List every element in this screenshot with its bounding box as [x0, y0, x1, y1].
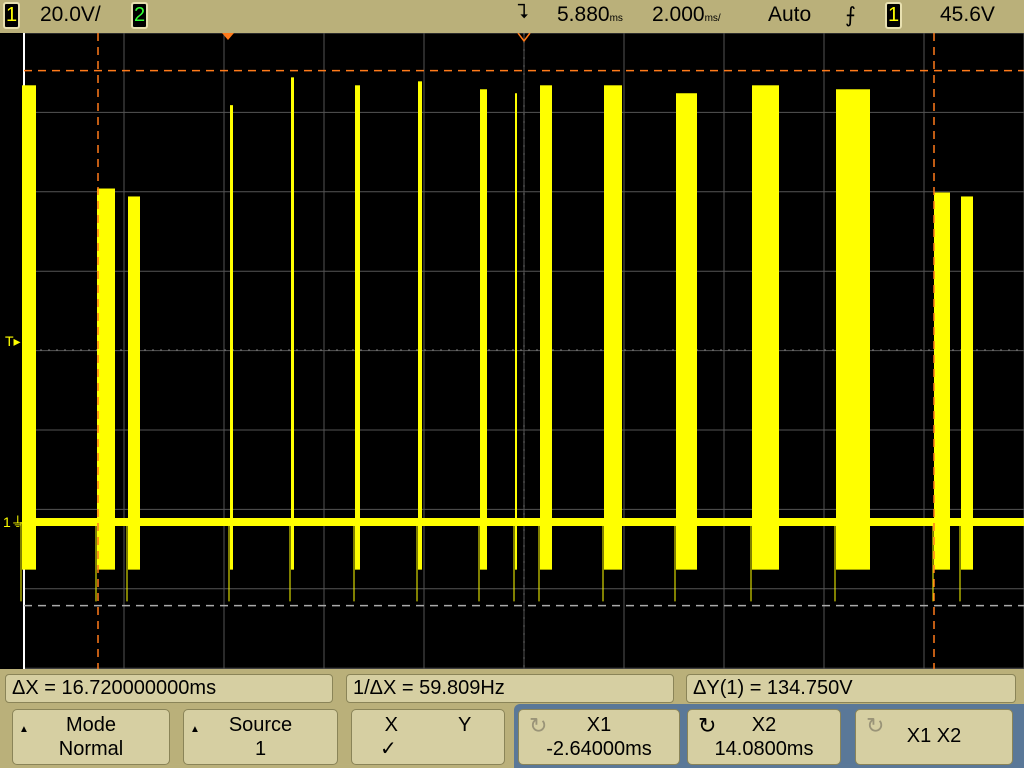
status-bar: 1 20.0V/ 2 ⮧ 5.880ms 2.000ms/ Auto ⨍ 1 4…	[0, 0, 1024, 32]
mode-value: Normal	[58, 738, 124, 760]
source-softkey[interactable]: ▲ Source 1	[183, 709, 338, 765]
trigger-mode: Auto	[768, 3, 812, 26]
waveform-display[interactable]: T▸ 1⏚	[0, 33, 1024, 669]
timebase-unit: ms/	[704, 13, 721, 24]
source-value: 1	[254, 738, 267, 760]
waveform-canvas: T▸ 1⏚	[3, 33, 1024, 669]
trace-burst	[836, 89, 870, 570]
channel-2-badge[interactable]: 2	[131, 2, 148, 29]
x1-softkey[interactable]: ↻ X1 -2.64000ms	[518, 709, 680, 765]
mode-softkey[interactable]: ▲ Mode Normal	[12, 709, 170, 765]
trace-burst	[540, 85, 552, 570]
rotate-knob-icon: ↻	[866, 713, 885, 738]
checkmark-icon: ✓	[380, 738, 397, 760]
source-label: Source	[228, 714, 293, 736]
delay-readout: 5.880ms	[557, 3, 623, 27]
trace-burst	[480, 89, 487, 570]
rotate-knob-icon: ↻	[529, 713, 548, 738]
y-label: Y	[458, 714, 472, 736]
delay-value: 5.880	[557, 3, 610, 26]
channel-1-scale: 20.0V/	[40, 3, 101, 26]
rising-edge-icon: ⨍	[845, 4, 856, 27]
trace-baseline	[24, 518, 1024, 526]
delay-unit: ms	[609, 13, 623, 24]
trigger-level: 45.6V	[940, 3, 995, 26]
trace-burst	[230, 105, 233, 570]
trace-burst	[604, 85, 622, 570]
inverse-delta-x-readout: 1/ΔX = 59.809Hz	[346, 674, 674, 703]
delta-x-readout: ΔX = 16.720000000ms	[5, 674, 333, 703]
trace-burst	[961, 196, 973, 570]
x1-value: -2.64000ms	[546, 738, 652, 760]
timebase-value: 2.000	[652, 3, 705, 26]
channel-1-badge[interactable]: 1	[3, 2, 20, 29]
trace-burst	[355, 85, 360, 570]
x2-value: 14.0800ms	[714, 738, 814, 760]
timebase-readout: 2.000ms/	[652, 3, 721, 27]
x-label: X	[384, 714, 398, 736]
x2-softkey[interactable]: ↻ X2 14.0800ms	[687, 709, 841, 765]
rotate-knob-icon: ↻	[698, 713, 717, 738]
trace-burst	[676, 93, 697, 570]
trace-burst	[934, 192, 950, 570]
trace-burst	[97, 188, 115, 570]
trace-burst	[291, 77, 294, 570]
trigger-source-badge[interactable]: 1	[885, 2, 902, 29]
xy-softkey[interactable]: X Y ✓	[351, 709, 505, 765]
x1x2-softkey[interactable]: ↻ X1 X2	[855, 709, 1013, 765]
mode-label: Mode	[65, 714, 117, 736]
x1x2-label: X1 X2	[906, 725, 962, 747]
menu-arrow-icon: ▲	[19, 724, 29, 735]
trigger-level-marker: T▸	[5, 333, 21, 349]
ground-marker: 1⏚	[3, 514, 25, 530]
trace-burst	[752, 85, 779, 570]
trigger-position-icon: ⮧	[517, 1, 529, 23]
trace-burst	[128, 196, 140, 570]
trace-burst	[418, 81, 422, 570]
trace-burst	[515, 93, 517, 570]
trace-burst	[22, 85, 36, 570]
delta-y-readout: ΔY(1) = 134.750V	[686, 674, 1016, 703]
menu-arrow-icon: ▲	[190, 724, 200, 735]
